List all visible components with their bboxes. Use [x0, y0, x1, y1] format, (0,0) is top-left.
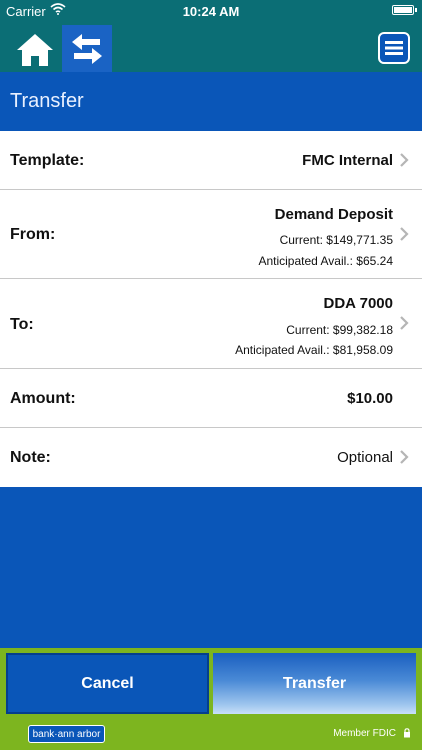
transfer-form: Template: FMC Internal From: Demand Depo…	[0, 131, 422, 487]
transfer-button[interactable]: Transfer	[213, 653, 416, 714]
amount-label: Amount:	[10, 390, 76, 407]
home-icon	[17, 34, 53, 66]
transfer-nav-button[interactable]	[62, 25, 112, 72]
note-label: Note:	[10, 449, 51, 466]
cancel-button[interactable]: Cancel	[6, 653, 209, 714]
from-account-name: Demand Deposit	[274, 206, 393, 223]
chevron-right-icon	[400, 227, 409, 241]
amount-field[interactable]: $10.00	[347, 390, 393, 407]
chevron-right-icon	[400, 153, 409, 167]
menu-icon	[385, 41, 403, 55]
status-time: 10:24 AM	[182, 4, 240, 19]
template-row[interactable]: Template: FMC Internal	[0, 131, 422, 190]
chevron-right-icon	[400, 316, 409, 330]
to-current-balance: Current: $99,382.18	[286, 323, 393, 337]
from-anticipated-balance: Anticipated Avail.: $65.24	[258, 254, 393, 268]
to-label: To:	[10, 316, 34, 333]
from-label: From:	[10, 226, 56, 243]
bank-logo: bank·ann arbor	[28, 725, 105, 743]
amount-row[interactable]: Amount: $10.00	[0, 369, 422, 428]
home-button[interactable]	[12, 28, 58, 72]
battery-icon	[392, 5, 414, 15]
to-anticipated-balance: Anticipated Avail.: $81,958.09	[235, 343, 393, 357]
to-account-row[interactable]: To: DDA 7000 Current: $99,382.18 Anticip…	[0, 279, 422, 369]
from-account-row[interactable]: From: Demand Deposit Current: $149,771.3…	[0, 190, 422, 279]
to-account-name: DDA 7000	[323, 295, 393, 312]
note-field[interactable]: Optional	[337, 449, 393, 466]
member-fdic-label: Member FDIC	[333, 728, 396, 739]
footer: bank·ann arbor Member FDIC	[0, 720, 422, 750]
from-current-balance: Current: $149,771.35	[279, 233, 393, 247]
battery-tip	[415, 8, 417, 12]
top-header: Carrier 10:24 AM	[0, 0, 422, 72]
page-title: Transfer	[10, 90, 84, 112]
title-bar: Transfer	[0, 72, 422, 131]
chevron-right-icon	[400, 450, 409, 464]
note-row[interactable]: Note: Optional	[0, 428, 422, 487]
template-label: Template:	[10, 152, 85, 169]
transfer-arrows-icon	[72, 33, 102, 64]
menu-button[interactable]	[378, 32, 410, 64]
status-bar: Carrier 10:24 AM	[0, 0, 422, 22]
action-bar: Cancel Transfer	[0, 648, 422, 720]
lock-icon	[404, 728, 410, 738]
template-value: FMC Internal	[302, 152, 393, 169]
